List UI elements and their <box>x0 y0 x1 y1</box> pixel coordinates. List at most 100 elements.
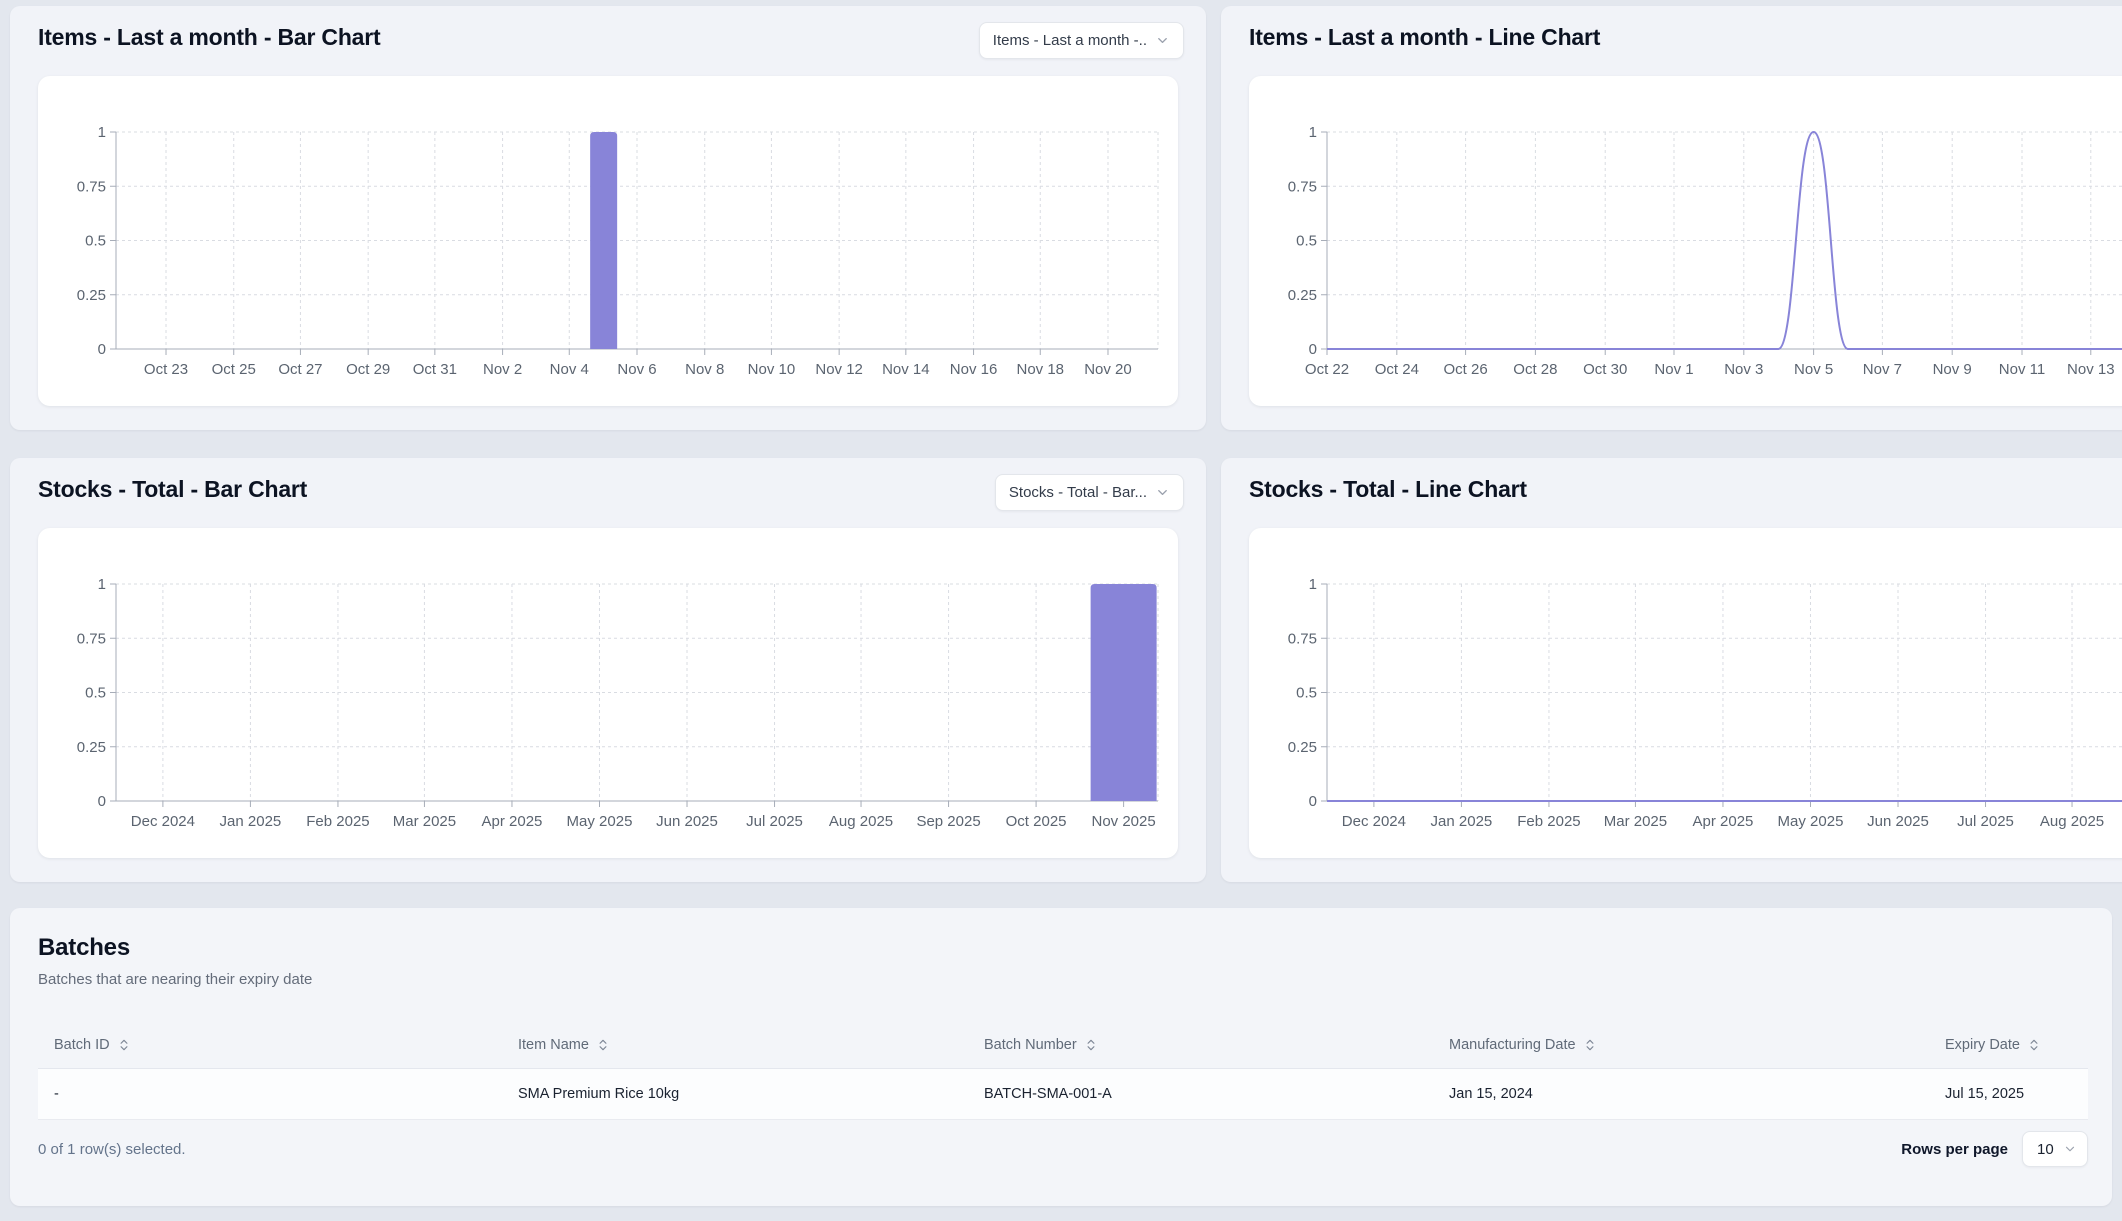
svg-text:Nov 13: Nov 13 <box>2067 361 2115 378</box>
svg-text:Jul 2025: Jul 2025 <box>746 813 803 830</box>
svg-text:1: 1 <box>1309 124 1317 141</box>
svg-text:Nov 20: Nov 20 <box>1084 361 1132 378</box>
chevron-down-icon <box>1155 485 1170 500</box>
section-items-bar-chart: Items - Last a month - Bar Chart Items -… <box>10 6 1206 430</box>
svg-text:Feb 2025: Feb 2025 <box>306 813 369 830</box>
table-row[interactable]: - SMA Premium Rice 10kg BATCH-SMA-001-A … <box>38 1069 2088 1120</box>
svg-text:Nov 12: Nov 12 <box>815 361 863 378</box>
svg-text:0.25: 0.25 <box>77 287 106 304</box>
svg-text:Apr 2025: Apr 2025 <box>482 813 543 830</box>
cell-manufacturing-date: Jan 15, 2024 <box>1433 1086 1929 1102</box>
chevrons-up-down-icon <box>1084 1038 1098 1052</box>
chart-card: 00.250.50.751Dec 2024Jan 2025Feb 2025Mar… <box>1249 528 2122 858</box>
svg-text:Nov 4: Nov 4 <box>550 361 589 378</box>
column-header-batch-number[interactable]: Batch Number <box>968 1037 1433 1053</box>
dashboard-viewport: Items - Last a month - Bar Chart Items -… <box>0 0 2122 1221</box>
chevron-down-icon <box>1155 33 1170 48</box>
stocks-bar-chart[interactable]: 00.250.50.751Dec 2024Jan 2025Feb 2025Mar… <box>38 528 1178 858</box>
svg-text:1: 1 <box>98 576 106 593</box>
section-title: Stocks - Total - Line Chart <box>1249 476 1527 503</box>
svg-text:0.25: 0.25 <box>1288 739 1317 756</box>
rows-per-page-value: 10 <box>2037 1141 2054 1158</box>
column-header-manufacturing-date[interactable]: Manufacturing Date <box>1433 1037 1929 1053</box>
svg-text:Oct 22: Oct 22 <box>1305 361 1349 378</box>
svg-text:Oct 29: Oct 29 <box>346 361 390 378</box>
svg-text:0: 0 <box>98 793 106 810</box>
svg-text:Oct 27: Oct 27 <box>278 361 322 378</box>
svg-text:0.5: 0.5 <box>1296 685 1317 702</box>
chart-selector-dropdown[interactable]: Stocks - Total - Bar... <box>995 474 1184 511</box>
rows-per-page-group: Rows per page 10 <box>1901 1131 2088 1167</box>
svg-text:Oct 25: Oct 25 <box>212 361 256 378</box>
svg-text:Mar 2025: Mar 2025 <box>393 813 456 830</box>
svg-text:Nov 18: Nov 18 <box>1016 361 1064 378</box>
svg-text:0.75: 0.75 <box>1288 178 1317 195</box>
table-footer: 0 of 1 row(s) selected. Rows per page 10 <box>38 1131 2088 1167</box>
svg-text:1: 1 <box>98 124 106 141</box>
svg-text:Nov 5: Nov 5 <box>1794 361 1833 378</box>
dropdown-label: Items - Last a month -.. <box>993 32 1147 49</box>
svg-text:0.75: 0.75 <box>77 630 106 647</box>
svg-text:Jul 2025: Jul 2025 <box>1957 813 2014 830</box>
svg-text:Apr 2025: Apr 2025 <box>1693 813 1754 830</box>
rows-per-page-label: Rows per page <box>1901 1141 2008 1158</box>
svg-text:Nov 1: Nov 1 <box>1654 361 1693 378</box>
chevrons-up-down-icon <box>117 1038 131 1052</box>
svg-text:1: 1 <box>1309 576 1317 593</box>
section-items-line-chart: Items - Last a month - Line Chart 0 0.25 0… <box>1221 6 2122 430</box>
svg-text:Nov 11: Nov 11 <box>1999 361 2045 378</box>
svg-text:Nov 14: Nov 14 <box>882 361 930 378</box>
svg-text:Nov 7: Nov 7 <box>1863 361 1902 378</box>
svg-text:Aug 2025: Aug 2025 <box>829 813 893 830</box>
column-header-batch-id[interactable]: Batch ID <box>38 1037 502 1053</box>
svg-text:0.5: 0.5 <box>1296 233 1317 250</box>
svg-text:0: 0 <box>98 341 106 358</box>
column-header-item-name[interactable]: Item Name <box>502 1037 968 1053</box>
chevron-down-icon <box>2063 1142 2077 1156</box>
section-batches: Batches Batches that are nearing their e… <box>10 908 2112 1206</box>
chevrons-up-down-icon <box>1583 1038 1597 1052</box>
svg-text:0.75: 0.75 <box>77 178 106 195</box>
svg-text:0: 0 <box>1309 341 1317 358</box>
svg-text:Oct 30: Oct 30 <box>1583 361 1627 378</box>
cell-expiry-date: Jul 15, 2025 <box>1929 1086 2088 1102</box>
table-header-row: Batch ID Item Name Batch Number Manufact… <box>38 1022 2088 1069</box>
svg-text:Nov 2: Nov 2 <box>483 361 522 378</box>
svg-text:0.25: 0.25 <box>77 739 106 756</box>
svg-text:Aug 2025: Aug 2025 <box>2040 813 2104 830</box>
svg-text:Nov 16: Nov 16 <box>950 361 998 378</box>
section-stocks-line-chart: Stocks - Total - Line Chart 0 0.25 0.5 0.75… <box>1221 458 2122 882</box>
svg-text:Mar 2025: Mar 2025 <box>1604 813 1667 830</box>
cell-batch-number: BATCH-SMA-001-A <box>968 1086 1433 1102</box>
dropdown-label: Stocks - Total - Bar... <box>1009 484 1147 501</box>
section-title: Items - Last a month - Line Chart <box>1249 24 1600 51</box>
svg-text:Oct 23: Oct 23 <box>144 361 188 378</box>
svg-text:May 2025: May 2025 <box>567 813 633 830</box>
column-header-expiry-date[interactable]: Expiry Date <box>1929 1037 2088 1053</box>
stocks-line-chart[interactable]: 00.250.50.751Dec 2024Jan 2025Feb 2025Mar… <box>1249 528 2122 858</box>
svg-text:Sep 2025: Sep 2025 <box>916 813 980 830</box>
section-stocks-bar-chart: Stocks - Total - Bar Chart Stocks - Tota… <box>10 458 1206 882</box>
chart-selector-dropdown[interactable]: Items - Last a month -.. <box>979 22 1184 59</box>
svg-text:Oct 2025: Oct 2025 <box>1006 813 1067 830</box>
svg-text:Nov 3: Nov 3 <box>1724 361 1763 378</box>
svg-text:Jan 2025: Jan 2025 <box>220 813 282 830</box>
items-bar-chart[interactable]: 00.250.50.751Oct 23Oct 25Oct 27Oct 29Oct… <box>38 76 1178 406</box>
items-line-chart[interactable]: 00.250.50.751Oct 22Oct 24Oct 26Oct 28Oct… <box>1249 76 2122 406</box>
chart-card: 00.250.50.751Oct 22Oct 24Oct 26Oct 28Oct… <box>1249 76 2122 406</box>
chevrons-up-down-icon <box>596 1038 610 1052</box>
rows-per-page-select[interactable]: 10 <box>2022 1131 2088 1167</box>
svg-text:0.75: 0.75 <box>1288 630 1317 647</box>
section-title: Items - Last a month - Bar Chart <box>38 24 381 51</box>
svg-text:Dec 2024: Dec 2024 <box>131 813 195 830</box>
svg-text:Nov 2025: Nov 2025 <box>1092 813 1156 830</box>
svg-text:0: 0 <box>1309 793 1317 810</box>
selection-status: 0 of 1 row(s) selected. <box>38 1141 186 1158</box>
svg-text:0.25: 0.25 <box>1288 287 1317 304</box>
batches-title: Batches <box>38 934 2088 962</box>
dashboard-canvas: Items - Last a month - Bar Chart Items -… <box>0 0 2122 1221</box>
svg-text:Nov 6: Nov 6 <box>617 361 656 378</box>
svg-text:Oct 28: Oct 28 <box>1513 361 1557 378</box>
svg-text:Nov 9: Nov 9 <box>1933 361 1972 378</box>
cell-batch-id: - <box>38 1086 502 1102</box>
